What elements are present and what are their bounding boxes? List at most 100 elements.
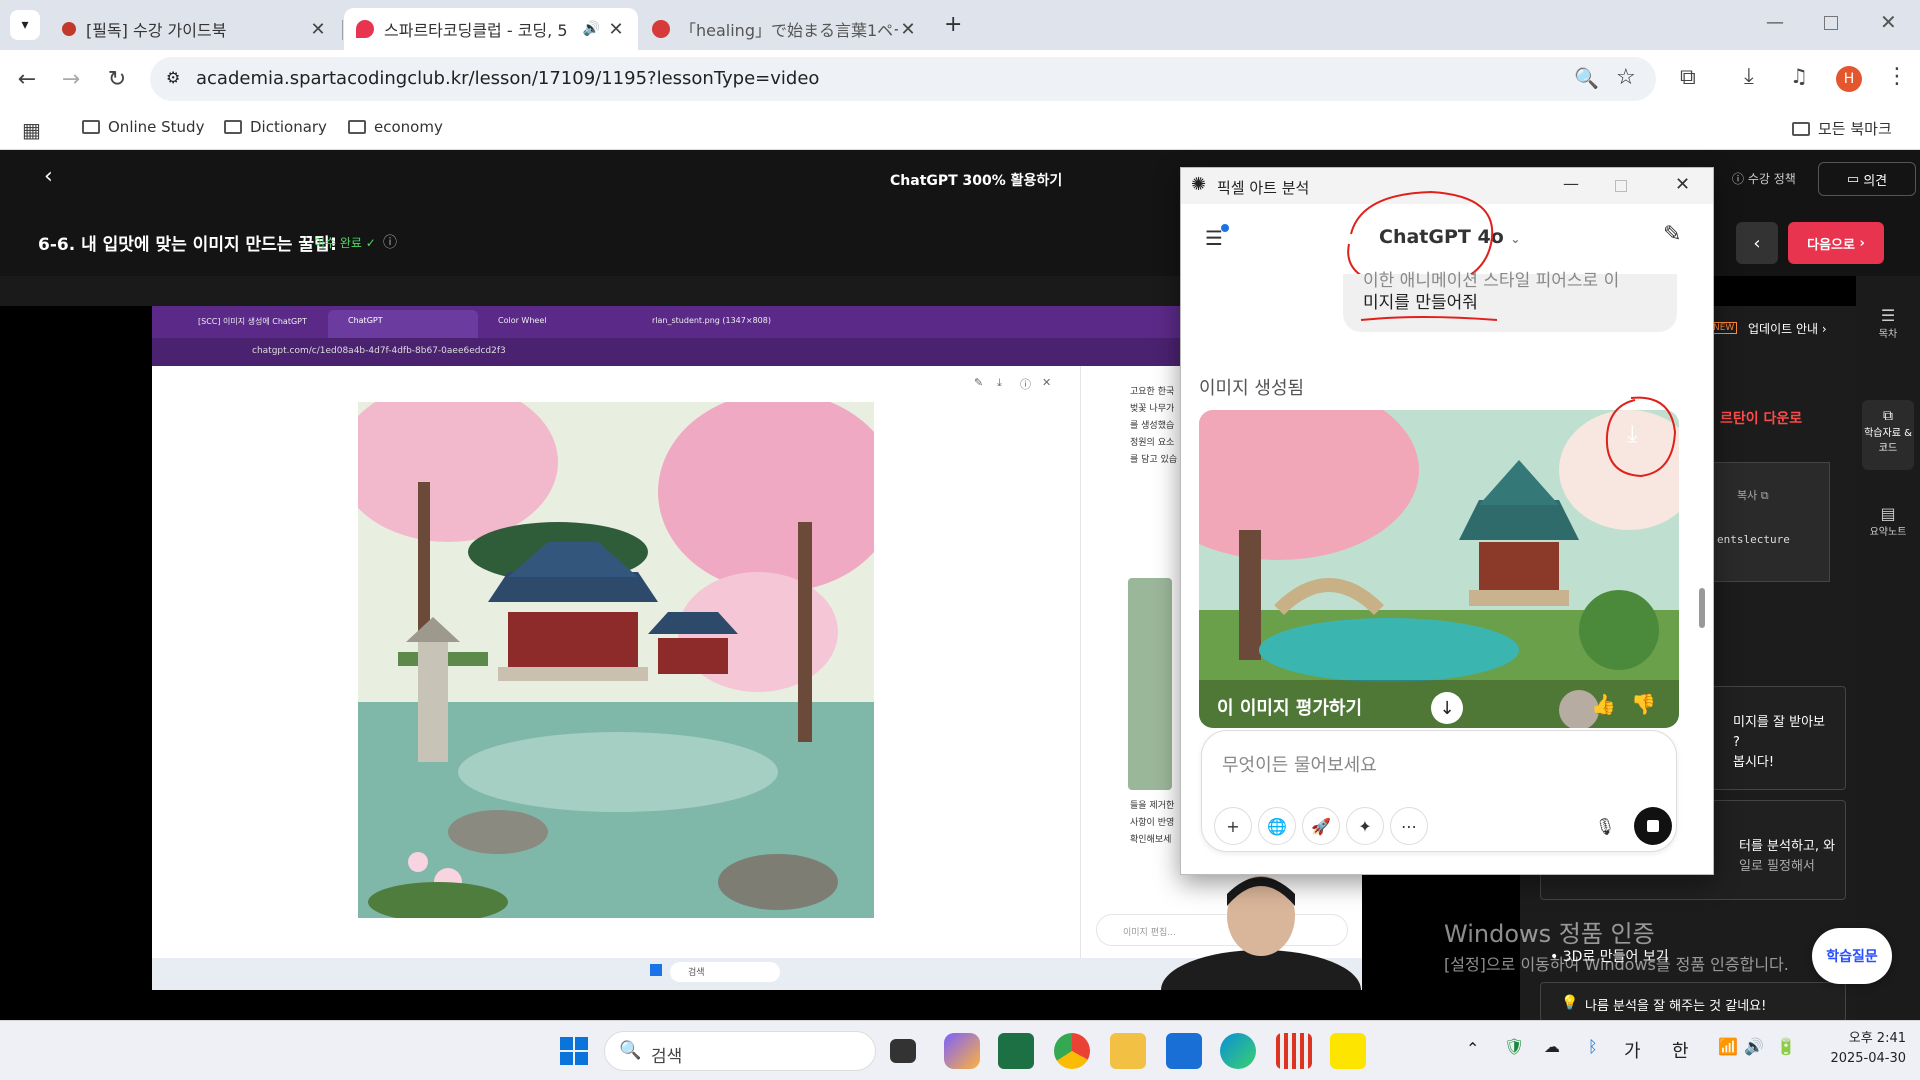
web-search-button[interactable]: 🌐 [1258,807,1296,845]
chat-scrollbar[interactable] [1699,588,1705,628]
image-tool-button[interactable]: ✦ [1346,807,1384,845]
chevron-down-icon: ⌄ [1510,232,1521,246]
speaker-icon[interactable]: 🔊 [583,21,600,37]
prev-button[interactable]: ‹ [1736,222,1778,264]
materials-button[interactable]: ⧉ 학습자료 & 코드 [1862,400,1914,470]
kakaotalk-icon[interactable] [1330,1033,1366,1069]
maximize-button[interactable] [1824,16,1838,30]
add-attachment-button[interactable]: + [1214,807,1252,845]
toc-button[interactable]: ☰ 목차 [1856,306,1920,340]
more-tools-button[interactable]: ⋯ [1390,807,1428,845]
new-chat-icon[interactable]: ✎ [1663,222,1681,247]
site-info-icon[interactable]: ⚙ [166,68,180,87]
wifi-icon[interactable]: 📶 [1718,1037,1738,1056]
tab-healing[interactable]: 「healing」で始まる言葉1ページ目 ✕ [640,8,930,50]
minimize-button[interactable]: — [1563,174,1579,193]
tab-list-button[interactable]: ▾ [10,10,40,40]
generated-garden-image [358,402,874,918]
bookmark-star-icon[interactable]: ☆ [1616,65,1636,90]
next-button[interactable]: 다음으로 › [1788,222,1884,264]
annotation-underline [1360,316,1498,321]
ime-mode[interactable]: 가 [1624,1037,1641,1063]
onedrive-icon[interactable]: ☁ [1544,1037,1560,1056]
video-chat-text-1: 고요한 한국 벚꽃 나무가 를 생성했습 정원의 요소 를 담고 있습 [1130,387,1178,465]
edge-icon[interactable] [1220,1033,1256,1069]
summary-note-button[interactable]: ▤ 요약노트 [1856,504,1920,538]
tab-guidebook[interactable]: [필독] 수강 가이드북 ✕ [50,8,340,50]
browser-toolbar: ← → ↻ ⚙ academia.spartacodingclub.kr/les… [0,50,1920,108]
chat-input[interactable]: 무엇이든 물어보세요 [1222,751,1377,777]
volume-icon[interactable]: 🔊 [1744,1037,1764,1056]
chatgpt-window: ✺ 픽셀 아트 분석 — ✕ ☰ ChatGPT 4o ⌄ ✎ 이한 애니메이션… [1180,167,1714,875]
download-icon[interactable]: ⤓ [997,376,1002,390]
all-bookmarks[interactable]: 모든 북마크 [1792,118,1892,139]
stop-button[interactable] [1634,807,1672,845]
taskbar-search[interactable]: 🔍 검색 [604,1031,876,1071]
close-window-button[interactable]: ✕ [1675,174,1690,195]
tray-expand-icon[interactable]: ⌃ [1466,1039,1479,1058]
copy-button[interactable]: 복사 ⧉ [1737,487,1769,503]
download-icon[interactable]: ⤓ [1744,64,1754,89]
bookmark-dictionary[interactable]: Dictionary [224,118,327,136]
store-icon[interactable] [1166,1033,1202,1069]
bluetooth-icon[interactable]: ᛒ [1588,1037,1598,1056]
policy-link[interactable]: ⓘ 수강 정책 [1732,170,1796,187]
microphone-button[interactable]: 🎙 [1586,807,1624,845]
close-icon[interactable]: ✕ [308,19,328,40]
draw-app-icon[interactable] [1276,1033,1312,1069]
thumbs-down-icon[interactable]: 👎 [1631,692,1656,716]
start-button[interactable] [556,1033,592,1069]
battery-icon[interactable]: 🔋 [1776,1037,1796,1056]
openai-logo-icon: ✺ [1191,174,1207,195]
sidebar-toggle-icon[interactable]: ☰ [1205,226,1223,250]
close-window-button[interactable]: ✕ [1880,10,1897,34]
file-explorer-icon[interactable] [1110,1033,1146,1069]
bookmark-economy[interactable]: economy [348,118,443,136]
help-question-button[interactable]: 학습질문 [1812,928,1892,984]
tab-favicon-icon [62,22,76,36]
close-icon[interactable]: ✕ [606,19,626,40]
edit-image-icon[interactable]: ✎ [974,376,983,389]
bookmark-online-study[interactable]: Online Study [82,118,204,136]
thumbs-up-icon[interactable]: 👍 [1591,692,1616,716]
new-tab-button[interactable]: + [944,12,962,37]
chat-composer[interactable]: 무엇이든 물어보세요 + 🌐 🚀 ✦ ⋯ 🎙 [1201,730,1677,852]
back-chevron-icon[interactable]: ‹ [44,164,53,189]
tip-box: 💡 나름 분석을 잘 해주는 것 같네요! [1540,982,1846,1022]
media-control-icon[interactable]: ♫ [1790,64,1808,88]
clock[interactable]: 오후 2:41 2025-04-30 [1818,1029,1906,1069]
tab-favicon-icon [652,20,670,38]
zoom-icon[interactable]: 🔍 [1574,66,1599,90]
address-bar[interactable]: ⚙ academia.spartacodingclub.kr/lesson/17… [150,57,1656,101]
task-view-icon[interactable] [890,1039,916,1063]
forward-button[interactable]: → [54,62,88,96]
presenter-webcam [1161,876,1361,990]
feedback-button[interactable]: ▭ 의견 [1818,162,1916,196]
download-text: 르탄이 다운로 [1720,411,1803,427]
ime-lang[interactable]: 한 [1672,1037,1689,1063]
window-title: 픽셀 아트 분석 [1217,179,1310,197]
tab-spartacoding[interactable]: 스파르타코딩클럽 - 코딩, 5 🔊 ✕ [344,8,638,50]
rocket-button[interactable]: 🚀 [1302,807,1340,845]
scroll-down-button[interactable]: ↓ [1431,692,1463,724]
menu-icon[interactable]: ⋮ [1886,64,1908,89]
profile-avatar[interactable]: H [1836,66,1862,92]
stop-icon [1647,820,1659,832]
back-button[interactable]: ← [10,62,44,96]
extensions-icon[interactable]: ⧉ [1680,65,1696,90]
close-icon[interactable]: ✕ [898,19,918,40]
excel-icon[interactable] [998,1033,1034,1069]
copilot-icon[interactable] [944,1033,980,1069]
info-icon[interactable]: ⓘ [383,232,397,252]
info-icon[interactable]: ⓘ [1020,376,1031,392]
update-notice[interactable]: 업데이트 안내 › [1748,320,1827,337]
chrome-icon[interactable] [1054,1033,1090,1069]
reload-button[interactable]: ↻ [100,62,134,96]
close-icon[interactable]: ✕ [1042,376,1051,389]
apps-grid-icon[interactable]: ▦ [22,118,41,142]
url-text[interactable]: academia.spartacodingclub.kr/lesson/1710… [196,68,819,89]
minimize-button[interactable]: — [1766,12,1784,33]
tab-label: 「healing」で始まる言葉1ページ目 [680,21,898,40]
sparta-favicon-icon [356,20,374,38]
new-badge: NEW [1710,322,1738,334]
